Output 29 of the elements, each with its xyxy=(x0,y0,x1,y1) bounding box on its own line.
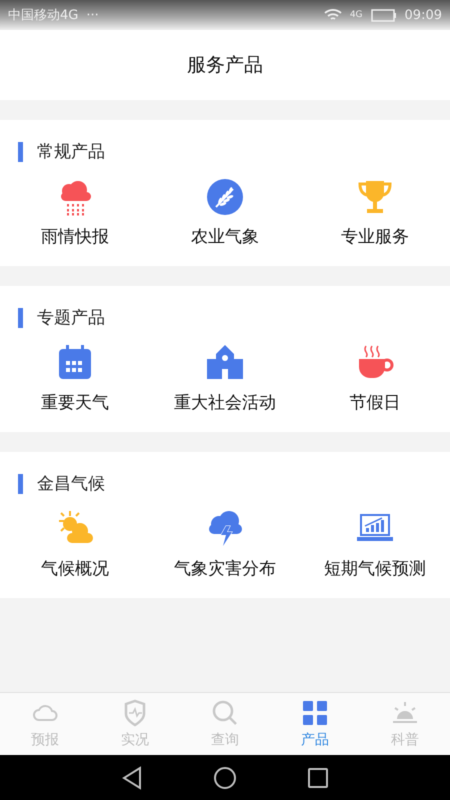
wifi-icon xyxy=(324,8,342,22)
section-marker xyxy=(18,142,23,162)
more-notifications: ··· xyxy=(86,8,99,22)
section-title: 专题产品 xyxy=(37,307,105,329)
section-title: 常规产品 xyxy=(37,141,105,163)
back-icon[interactable] xyxy=(121,766,143,790)
wheat-icon xyxy=(205,177,245,217)
network-type: 4G xyxy=(350,10,363,20)
clock-time: 09:09 xyxy=(404,8,442,22)
carrier-name: 中国移动4G xyxy=(8,7,78,24)
product-link[interactable]: 气候概况 xyxy=(41,557,109,580)
product-link[interactable]: 气象灾害分布 xyxy=(174,557,276,580)
product-link[interactable]: 重要天气 xyxy=(41,391,109,414)
product-link[interactable]: 专业服务 xyxy=(341,225,409,248)
product-link[interactable]: 重大社会活动 xyxy=(174,391,276,414)
home-icon[interactable] xyxy=(213,766,237,790)
search-icon xyxy=(211,699,239,727)
recents-icon[interactable] xyxy=(307,766,329,788)
product-link[interactable]: 农业气象 xyxy=(191,225,259,248)
section-marker xyxy=(18,308,23,328)
section-title: 金昌气候 xyxy=(37,473,105,495)
section-marker xyxy=(18,474,23,494)
product-link[interactable]: 节假日 xyxy=(350,391,400,414)
battery-icon xyxy=(370,8,397,22)
page-title: 服务产品 xyxy=(187,53,263,78)
product-link[interactable]: 雨情快报 xyxy=(41,225,109,248)
tab[interactable]: 产品 xyxy=(270,693,360,755)
grid-icon xyxy=(301,699,329,727)
product-link[interactable]: 短期气候预测 xyxy=(324,557,426,580)
